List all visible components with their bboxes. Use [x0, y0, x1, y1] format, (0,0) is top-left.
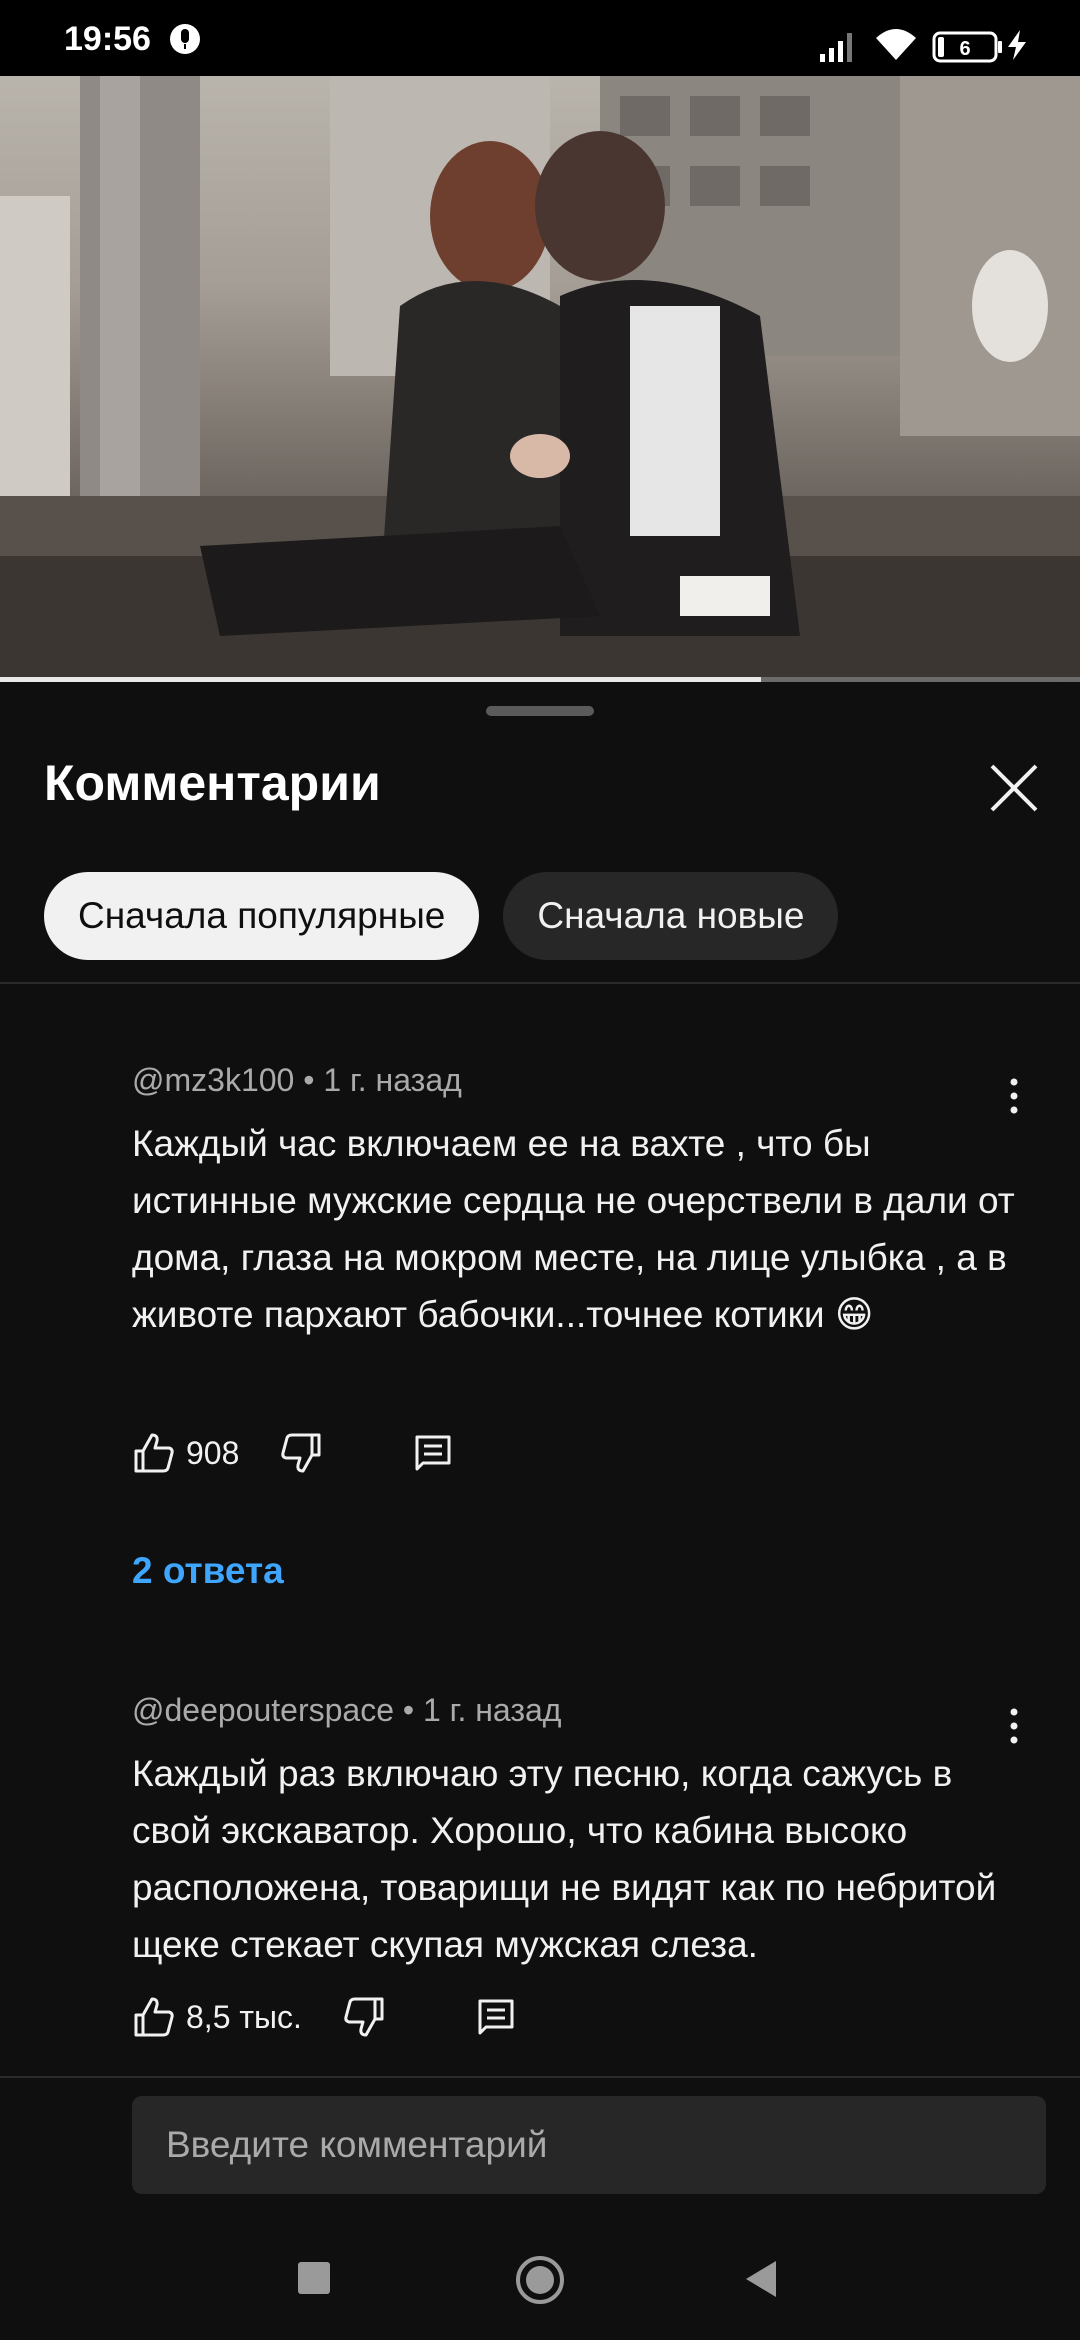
- drag-handle[interactable]: [486, 706, 594, 716]
- thumb-down-icon[interactable]: [279, 1431, 323, 1475]
- comment-input-placeholder: Введите комментарий: [166, 2124, 548, 2165]
- wifi-icon: [876, 29, 916, 60]
- thumb-down-icon[interactable]: [342, 1995, 386, 2039]
- comments-title: Комментарии: [44, 755, 381, 811]
- status-bar: 19:56 6: [0, 0, 1080, 76]
- chip-sort-popular[interactable]: Сначала популярные: [44, 872, 480, 960]
- comment-item: @mz3k100 • 1 г. назад Каждый час включае…: [132, 1062, 1022, 1343]
- close-icon[interactable]: [984, 758, 1044, 818]
- like-count: 8,5 тыс.: [186, 1998, 302, 2035]
- comment-author[interactable]: @mz3k100: [132, 1062, 294, 1098]
- comments-sheet: Комментарии Сначала популярные Сначала н…: [0, 684, 1080, 2340]
- sort-chips: Сначала популярные Сначала новые: [44, 872, 839, 960]
- status-time: 19:56: [64, 20, 151, 58]
- comment-meta: @deepouterspace • 1 г. назад: [132, 1692, 1022, 1729]
- divider: [0, 982, 1080, 984]
- microphone-icon: [170, 24, 200, 54]
- comment-meta: @mz3k100 • 1 г. назад: [132, 1062, 1022, 1099]
- comment-time: 1 г. назад: [323, 1062, 462, 1098]
- system-nav-bar: [0, 2200, 1080, 2340]
- comment-text: Каждый час включаем ее на вахте , что бы…: [132, 1123, 1015, 1335]
- comment-item: @deepouterspace • 1 г. назад Каждый раз …: [132, 1692, 1022, 1973]
- more-vert-icon[interactable]: [1004, 1706, 1024, 1746]
- reply-icon[interactable]: [411, 1431, 455, 1475]
- meta-separator: •: [402, 1692, 423, 1728]
- thumb-up-icon[interactable]: [132, 1431, 176, 1475]
- nav-back-icon[interactable]: [742, 2258, 780, 2300]
- comment-text: Каждый раз включаю эту песню, когда сажу…: [132, 1753, 997, 1965]
- more-vert-icon[interactable]: [1004, 1076, 1024, 1116]
- comment-input[interactable]: Введите комментарий: [132, 2096, 1046, 2194]
- charging-icon: [1008, 30, 1026, 60]
- chip-sort-newest[interactable]: Сначала новые: [503, 872, 839, 960]
- battery-icon: 6: [932, 31, 1002, 63]
- comment-time: 1 г. назад: [422, 1692, 562, 1728]
- thumb-up-icon[interactable]: [132, 1995, 176, 2039]
- like-count: 908: [186, 1434, 240, 1471]
- view-replies-link[interactable]: 2 ответа: [132, 1550, 284, 1592]
- video-progress-bar[interactable]: [0, 677, 1080, 682]
- reply-icon[interactable]: [474, 1995, 518, 2039]
- nav-recents-icon[interactable]: [298, 2262, 330, 2294]
- comment-actions: 908: [132, 1428, 455, 1478]
- comment-actions: 8,5 тыс.: [132, 1992, 518, 2042]
- svg-text:6: 6: [959, 38, 970, 60]
- video-frame: [0, 76, 1080, 682]
- comment-author[interactable]: @deepouterspace: [132, 1692, 394, 1728]
- signal-icon: [820, 33, 852, 62]
- meta-separator: •: [303, 1062, 324, 1098]
- nav-home-icon[interactable]: [514, 2254, 566, 2306]
- video-progress-fill: [0, 677, 762, 682]
- video-player[interactable]: [0, 76, 1080, 682]
- input-divider: [0, 2076, 1080, 2078]
